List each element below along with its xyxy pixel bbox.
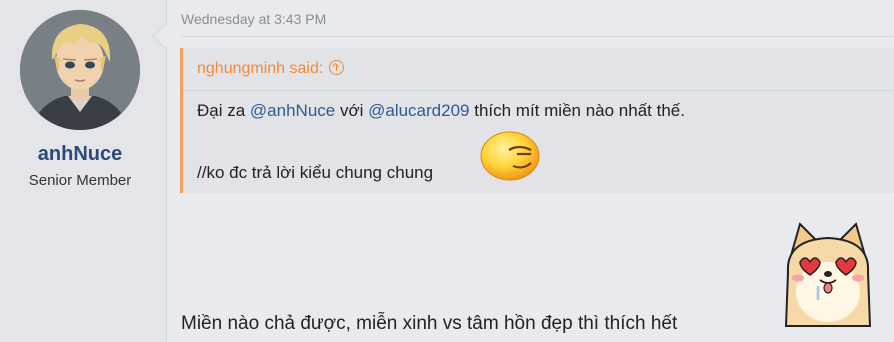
quote-text: thích mít miền nào nhất thế. — [469, 101, 685, 120]
user-info-column: anhNuce Senior Member — [0, 0, 167, 342]
mention-link[interactable]: @anhNuce — [250, 101, 335, 120]
quote-text-line-2: //ko đc trả lời kiểu chung chung — [197, 163, 434, 182]
smirk-smiley-icon — [480, 131, 540, 181]
header-divider — [181, 36, 894, 37]
arrow-up-circle-icon[interactable] — [329, 60, 345, 75]
quote-text: Đại za — [197, 101, 250, 120]
quote-block: nghungminh said: Đại za @anhNuce với @al… — [180, 48, 894, 193]
mention-link[interactable]: @alucard209 — [368, 101, 469, 120]
avatar-image — [20, 10, 140, 130]
username[interactable]: anhNuce — [0, 143, 160, 166]
quote-text: với — [335, 101, 369, 120]
quote-author[interactable]: nghungminh said: — [197, 60, 323, 77]
quote-header[interactable]: nghungminh said: — [183, 48, 894, 91]
avatar[interactable] — [20, 10, 140, 130]
reply-text: Miền nào chả được, miễn xinh vs tâm hồn … — [181, 313, 678, 334]
post-date[interactable]: Wednesday at 3:43 PM — [181, 11, 326, 27]
heart-eyes-dog-sticker — [784, 222, 872, 327]
user-title: Senior Member — [28, 172, 132, 189]
quote-text-line-1: Đại za @anhNuce với @alucard209 thích mí… — [197, 101, 685, 121]
